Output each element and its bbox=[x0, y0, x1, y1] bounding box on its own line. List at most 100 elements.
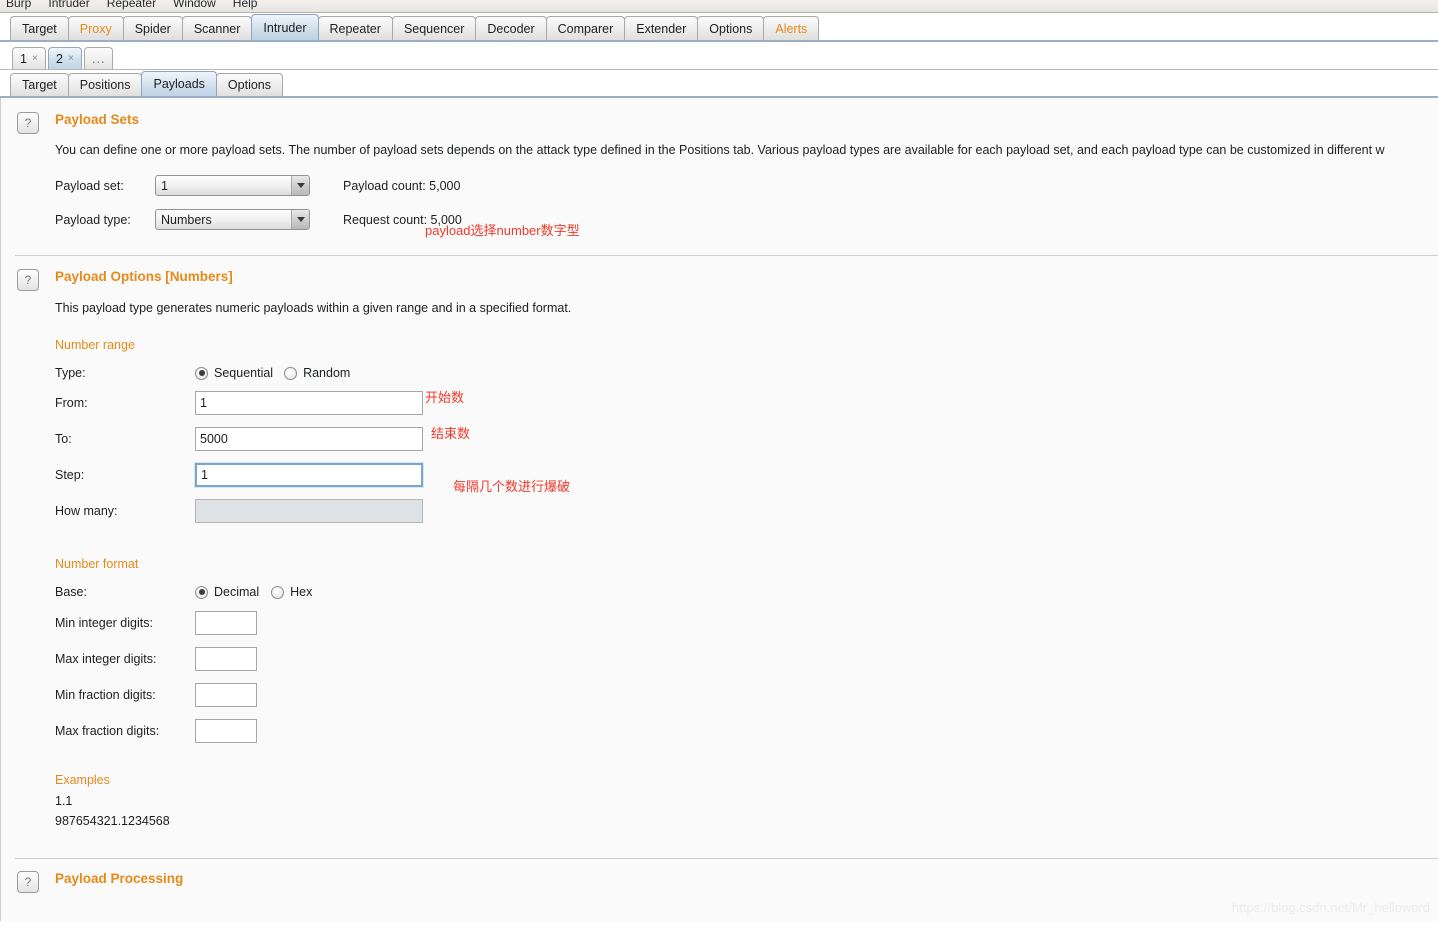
payload-set-label: Payload set: bbox=[55, 178, 124, 193]
radio-hex-label: Hex bbox=[290, 585, 313, 599]
tab-repeater[interactable]: Repeater bbox=[317, 16, 393, 40]
min-fraction-digits-input[interactable] bbox=[195, 683, 257, 707]
payload-options-description: This payload type generates numeric payl… bbox=[55, 301, 572, 315]
tab-spider[interactable]: Spider bbox=[122, 16, 183, 40]
radio-random-icon[interactable] bbox=[284, 366, 298, 380]
tab-payloads[interactable]: Payloads bbox=[141, 71, 217, 96]
tab-proxy[interactable]: Proxy bbox=[67, 16, 124, 40]
tab-alerts[interactable]: Alerts bbox=[763, 16, 820, 40]
attack-tab-label: ... bbox=[92, 51, 106, 66]
tab-label: Scanner bbox=[193, 21, 241, 36]
tab-comparer[interactable]: Comparer bbox=[545, 16, 626, 40]
tab-label: Comparer bbox=[557, 21, 614, 36]
from-input[interactable]: 1 bbox=[195, 391, 423, 415]
max-fraction-digits-input[interactable] bbox=[195, 719, 257, 743]
to-input[interactable]: 5000 bbox=[195, 427, 423, 451]
payload-processing-title: Payload Processing bbox=[55, 871, 184, 886]
how-many-row: How many: bbox=[55, 499, 1438, 523]
payload-type-value: Numbers bbox=[161, 212, 212, 227]
step-label: Step: bbox=[55, 468, 85, 482]
attack-tab-1[interactable]: 1 × bbox=[12, 47, 46, 69]
max-integer-digits-input[interactable] bbox=[195, 647, 257, 671]
tab-intruder[interactable]: Intruder bbox=[251, 14, 319, 40]
max-fraction-digits-label: Max fraction digits: bbox=[55, 724, 160, 738]
menu-item-intruder[interactable]: Intruder bbox=[46, 0, 91, 10]
min-integer-digits-input[interactable] bbox=[195, 611, 257, 635]
tab-label: Intruder bbox=[263, 20, 307, 35]
attack-tab-bar: 1 × 2 × ... bbox=[0, 42, 1438, 70]
tab-target[interactable]: Target bbox=[10, 16, 69, 40]
annotation-payload-type: payload选择number数字型 bbox=[425, 223, 580, 238]
annotation-step: 每隔几个数进行爆破 bbox=[453, 479, 571, 494]
tab-label: Options bbox=[709, 21, 753, 36]
sub-tab-label: Payloads bbox=[153, 77, 205, 91]
radio-sequential[interactable]: Sequential bbox=[195, 366, 273, 380]
help-icon[interactable]: ? bbox=[17, 269, 39, 291]
base-row: Base: Decimal Hex bbox=[55, 585, 1438, 599]
tab-scanner[interactable]: Scanner bbox=[181, 16, 253, 40]
payloads-panel: ? Payload Sets You can define one or mor… bbox=[0, 98, 1438, 921]
examples-heading: Examples bbox=[55, 773, 110, 787]
help-icon[interactable]: ? bbox=[17, 112, 39, 134]
payload-count-label: Payload count: 5,000 bbox=[343, 178, 461, 193]
radio-decimal-icon[interactable] bbox=[195, 585, 208, 599]
main-tab-bar: Target Proxy Spider Scanner Intruder Rep… bbox=[0, 13, 1438, 42]
chevron-down-icon[interactable] bbox=[291, 210, 309, 229]
radio-sequential-icon[interactable] bbox=[195, 366, 208, 380]
payload-sets-section: ? Payload Sets You can define one or mor… bbox=[1, 98, 1438, 238]
tab-label: Target bbox=[22, 21, 57, 36]
payload-sets-title: Payload Sets bbox=[55, 112, 140, 127]
tab-positions[interactable]: Positions bbox=[67, 73, 143, 96]
close-icon[interactable]: × bbox=[68, 53, 74, 64]
min-integer-digits-row: Min integer digits: bbox=[55, 611, 1438, 635]
tab-options[interactable]: Options bbox=[697, 16, 765, 40]
tab-extender[interactable]: Extender bbox=[624, 16, 699, 40]
step-input[interactable]: 1 bbox=[194, 462, 424, 488]
menu-item-repeater[interactable]: Repeater bbox=[105, 0, 158, 10]
attack-tab-label: 2 bbox=[56, 51, 63, 66]
tab-options-sub[interactable]: Options bbox=[215, 73, 284, 96]
from-row: From: 1 bbox=[55, 391, 1438, 415]
help-icon[interactable]: ? bbox=[17, 871, 39, 893]
chevron-down-icon[interactable] bbox=[291, 176, 309, 195]
payload-set-row: Payload set: 1 Payload count: 5,000 bbox=[55, 175, 1438, 196]
example-line: 1.1 bbox=[55, 794, 73, 808]
attack-tab-2[interactable]: 2 × bbox=[48, 47, 82, 69]
number-format-heading: Number format bbox=[55, 557, 139, 571]
tab-label: Spider bbox=[134, 21, 171, 36]
max-integer-digits-row: Max integer digits: bbox=[55, 647, 1438, 671]
menu-bar: Burp Intruder Repeater Window Help bbox=[0, 0, 1438, 13]
radio-hex[interactable]: Hex bbox=[271, 585, 312, 599]
sub-tab-label: Options bbox=[227, 78, 272, 92]
radio-random[interactable]: Random bbox=[284, 366, 350, 380]
tab-target-sub[interactable]: Target bbox=[10, 73, 69, 96]
menu-item-burp[interactable]: Burp bbox=[4, 0, 33, 10]
type-label: Type: bbox=[55, 366, 86, 380]
how-many-label: How many: bbox=[55, 504, 118, 518]
sub-tab-label: Target bbox=[22, 78, 57, 92]
min-integer-digits-label: Min integer digits: bbox=[55, 616, 153, 630]
payload-set-select[interactable]: 1 bbox=[155, 175, 310, 196]
close-icon[interactable]: × bbox=[32, 53, 38, 64]
radio-hex-icon[interactable] bbox=[271, 585, 285, 599]
how-many-input bbox=[195, 499, 423, 523]
tab-sequencer[interactable]: Sequencer bbox=[391, 16, 477, 40]
intruder-sub-tab-bar: Target Positions Payloads Options bbox=[0, 70, 1438, 98]
watermark: https://blog.csdn.net/Mr_helloword bbox=[1232, 900, 1430, 915]
menu-item-help[interactable]: Help bbox=[231, 0, 260, 10]
to-row: To: 5000 bbox=[55, 427, 1438, 451]
annotation-from: 开始数 bbox=[425, 390, 465, 405]
payload-type-select[interactable]: Numbers bbox=[155, 209, 310, 230]
attack-tab-new[interactable]: ... bbox=[84, 47, 114, 69]
payload-type-row: Payload type: Numbers Request count: 5,0… bbox=[55, 209, 1438, 230]
tab-label: Sequencer bbox=[403, 21, 465, 36]
tab-decoder[interactable]: Decoder bbox=[475, 16, 547, 40]
tab-label: Decoder bbox=[487, 21, 535, 36]
payload-options-section: ? Payload Options [Numbers] This payload… bbox=[1, 256, 1438, 828]
menu-item-window[interactable]: Window bbox=[171, 0, 218, 10]
min-fraction-digits-row: Min fraction digits: bbox=[55, 683, 1438, 707]
payload-options-title: Payload Options [Numbers] bbox=[55, 269, 233, 284]
radio-decimal[interactable]: Decimal bbox=[195, 585, 259, 599]
example-line: 987654321.1234568 bbox=[55, 814, 170, 828]
radio-sequential-label: Sequential bbox=[214, 366, 274, 380]
